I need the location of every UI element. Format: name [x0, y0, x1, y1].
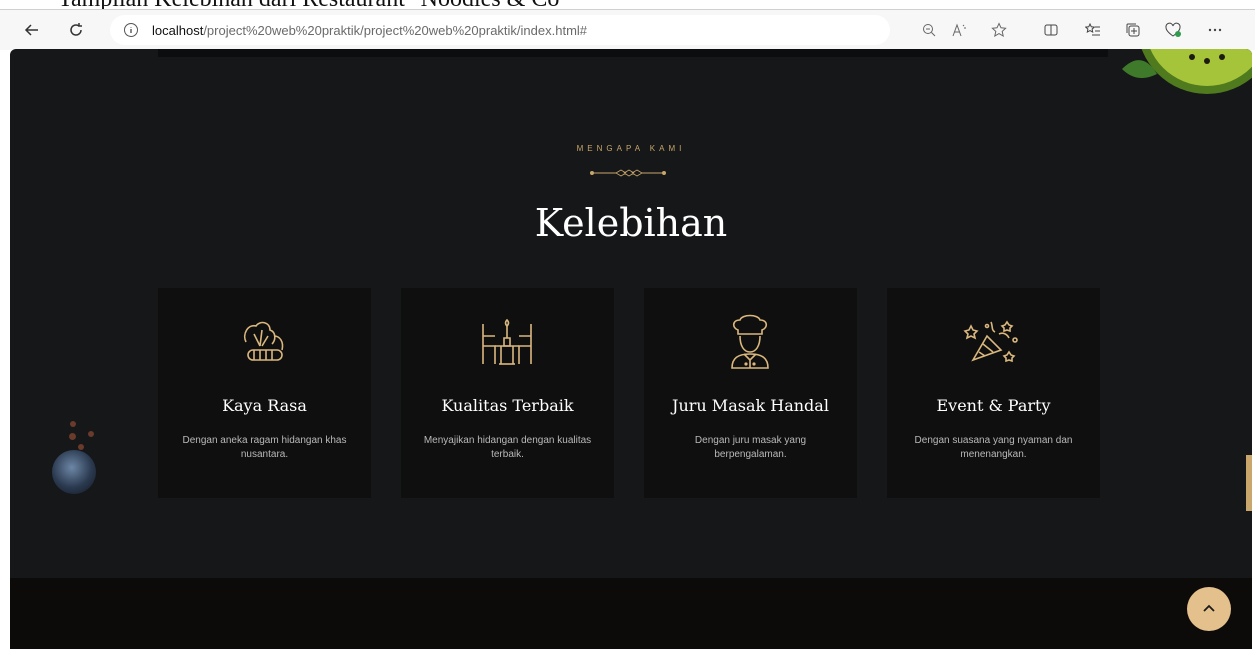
card-description: Dengan juru masak yang berpengalaman. [694, 435, 807, 460]
browser-toolbar: localhost/project%20web%20praktik/projec… [0, 9, 1255, 50]
footer-section [10, 578, 1252, 649]
spice-decoration [88, 431, 94, 437]
divider-ornament-icon [590, 169, 666, 177]
collections-icon[interactable] [1122, 19, 1144, 41]
info-icon[interactable] [122, 21, 140, 39]
browser-essentials-icon[interactable] [1162, 19, 1184, 41]
split-screen-icon[interactable] [1040, 19, 1062, 41]
kiwi-decoration [1122, 49, 1252, 94]
card-description: Dengan aneka ragam hidangan khas nusanta… [182, 435, 347, 460]
spice-bowl-decoration [52, 450, 96, 494]
feature-card-kualitas-terbaik: Kualitas Terbaik Menyajikan hidangan den… [401, 288, 614, 498]
dining-table-icon [482, 318, 532, 365]
favorite-icon[interactable] [988, 19, 1010, 41]
section-eyebrow: MENGAPA KAMI [576, 144, 686, 153]
read-aloud-icon[interactable] [948, 19, 970, 41]
vegetables-icon [243, 321, 284, 361]
spice-decoration [69, 433, 76, 440]
url-path: /project%20web%20praktik/project%20web%2… [203, 22, 588, 38]
chef-icon [731, 314, 769, 369]
zoom-icon[interactable] [918, 19, 940, 41]
refresh-icon[interactable] [64, 18, 88, 42]
feature-card-kaya-rasa: Kaya Rasa Dengan aneka ragam hidangan kh… [158, 288, 371, 498]
chevron-up-icon [1203, 604, 1215, 612]
previous-section-edge [158, 49, 1108, 57]
address-bar[interactable]: localhost/project%20web%20praktik/projec… [110, 15, 890, 45]
back-icon[interactable] [20, 18, 44, 42]
section-title: Kelebihan [534, 201, 728, 245]
url-host: localhost [152, 22, 204, 38]
feature-card-juru-masak-handal: Juru Masak Handal Dengan juru masak yang… [644, 288, 857, 498]
favorites-list-icon[interactable] [1082, 19, 1104, 41]
card-title: Kaya Rasa [222, 396, 307, 415]
scroll-to-top-button[interactable] [1187, 587, 1231, 631]
party-popper-icon [963, 320, 1018, 363]
feature-card-event-party: Event & Party Dengan suasana yang nyaman… [887, 288, 1100, 498]
card-title: Event & Party [936, 396, 1051, 415]
card-title: Juru Masak Handal [672, 396, 829, 415]
card-description: Menyajikan hidangan dengan kualitas terb… [423, 435, 592, 460]
url-text: localhost/project%20web%20praktik/projec… [152, 23, 587, 38]
page-viewport: MENGAPA KAMI Kelebihan Kaya Rasa Dengan … [10, 49, 1252, 649]
spice-decoration [70, 421, 76, 427]
spice-decoration [78, 444, 84, 450]
scrollbar-thumb[interactable] [1246, 455, 1252, 511]
more-icon[interactable] [1204, 19, 1226, 41]
card-description: Dengan suasana yang nyaman dan menenangk… [914, 435, 1073, 460]
card-title: Kualitas Terbaik [441, 396, 574, 415]
